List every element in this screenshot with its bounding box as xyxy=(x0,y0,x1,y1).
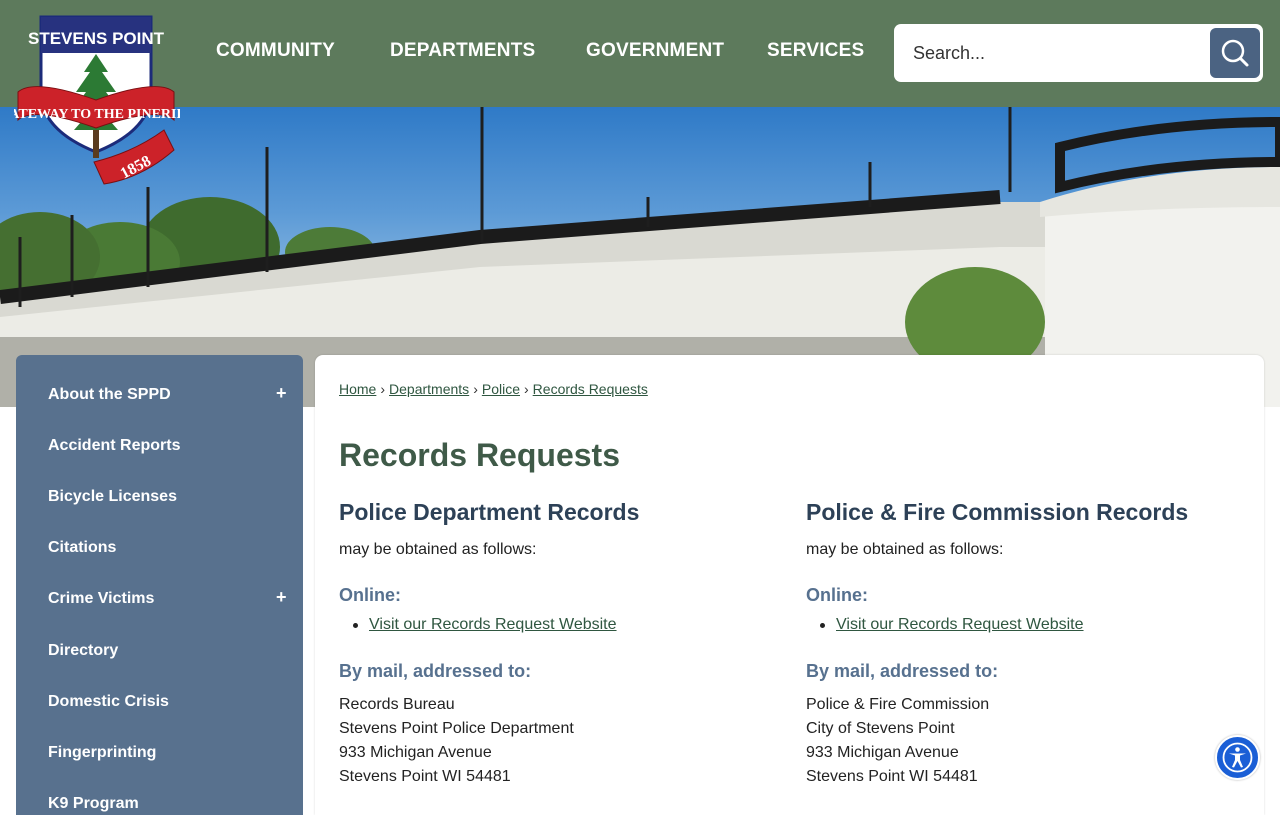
list-item: Visit our Records Request Website xyxy=(353,616,617,634)
sidebar-item-label: Citations xyxy=(48,539,117,556)
sidebar-item-k9-program[interactable]: K9 Program xyxy=(16,779,303,815)
breadcrumb: Home › Departments › Police › Records Requests xyxy=(339,381,648,397)
sidebar-item-bicycle-licenses[interactable]: Bicycle Licenses xyxy=(16,472,303,523)
nav-departments[interactable]: DEPARTMENTS xyxy=(390,40,535,62)
column-heading: Police Department Records xyxy=(339,499,640,525)
address-line: Stevens Point WI 54481 xyxy=(339,768,511,785)
breadcrumb-separator: › xyxy=(473,381,478,397)
sidebar-item-label: K9 Program xyxy=(48,795,139,812)
logo-banner-text: GATEWAY TO THE PINERIES xyxy=(14,107,180,122)
sidebar-item-domestic-crisis[interactable]: Domestic Crisis xyxy=(16,677,303,728)
sidebar-item-crime-victims[interactable]: Crime Victims + xyxy=(16,574,303,625)
breadcrumb-records-requests[interactable]: Records Requests xyxy=(533,381,648,397)
sidebar-item-label: Domestic Crisis xyxy=(48,693,169,710)
address-line: City of Stevens Point xyxy=(806,720,955,737)
address-line: Police & Fire Commission xyxy=(806,696,990,713)
sidebar-item-accident-reports[interactable]: Accident Reports xyxy=(16,421,303,472)
address-line: Records Bureau xyxy=(339,696,455,713)
breadcrumb-police[interactable]: Police xyxy=(482,381,520,397)
content-card: Home › Departments › Police › Records Requests… xyxy=(315,355,1264,815)
online-label: Online: xyxy=(339,585,401,605)
mail-label: By mail, addressed to: xyxy=(806,661,999,681)
sidebar-item-label: Crime Victims xyxy=(48,590,155,607)
city-logo[interactable]: STEVENS POINT GATEWAY TO THE PINERIES 18… xyxy=(0,12,194,188)
sidebar-item-label: Accident Reports xyxy=(48,437,181,454)
mail-label: By mail, addressed to: xyxy=(339,661,532,681)
sidebar-item-label: Directory xyxy=(48,642,119,659)
mailing-address: Police & Fire Commission City of Stevens… xyxy=(806,693,989,789)
sidebar-item-label: Bicycle Licenses xyxy=(48,488,177,505)
logo-top-text: STEVENS POINT xyxy=(28,29,165,48)
column-heading: Police & Fire Commission Records xyxy=(806,499,1189,525)
list-item: Visit our Records Request Website xyxy=(820,616,1084,634)
records-request-link[interactable]: Visit our Records Request Website xyxy=(369,616,617,633)
site-header: COMMUNITY DEPARTMENTS GOVERNMENT SERVICE… xyxy=(0,0,1280,107)
address-line: Stevens Point WI 54481 xyxy=(806,768,978,785)
sidebar-item-label: About the SPPD xyxy=(48,386,171,403)
records-request-link[interactable]: Visit our Records Request Website xyxy=(836,616,1084,633)
column-subtitle: may be obtained as follows: xyxy=(806,541,1004,558)
address-line: 933 Michigan Avenue xyxy=(339,744,492,761)
accessibility-button[interactable] xyxy=(1215,735,1260,780)
commission-records-column: Police & Fire Commission Records may be … xyxy=(806,499,1246,785)
address-line: 933 Michigan Avenue xyxy=(806,744,959,761)
breadcrumb-separator: › xyxy=(380,381,386,397)
breadcrumb-departments[interactable]: Departments xyxy=(389,381,469,397)
search-button[interactable] xyxy=(1210,28,1260,78)
online-label: Online: xyxy=(806,585,868,605)
accessibility-icon xyxy=(1222,742,1253,773)
search-box xyxy=(894,24,1263,82)
column-subtitle: may be obtained as follows: xyxy=(339,541,537,558)
sidebar-item-about-the-sppd[interactable]: About the SPPD + xyxy=(16,370,303,421)
sidebar-item-directory[interactable]: Directory xyxy=(16,626,303,677)
mailing-address: Records Bureau Stevens Point Police Depa… xyxy=(339,693,574,789)
breadcrumb-separator: › xyxy=(524,381,529,397)
sidebar-item-fingerprinting[interactable]: Fingerprinting xyxy=(16,728,303,779)
nav-government[interactable]: GOVERNMENT xyxy=(586,40,724,62)
search-input[interactable] xyxy=(894,24,1204,82)
sidebar-item-citations[interactable]: Citations xyxy=(16,523,303,574)
expand-plus-icon[interactable]: + xyxy=(276,383,287,404)
breadcrumb-home[interactable]: Home xyxy=(339,381,376,397)
nav-community[interactable]: COMMUNITY xyxy=(216,40,335,62)
address-line: Stevens Point Police Department xyxy=(339,720,574,737)
sidebar-nav: About the SPPD + Accident Reports Bicycl… xyxy=(16,355,303,815)
city-seal-icon: STEVENS POINT GATEWAY TO THE PINERIES 18… xyxy=(0,15,194,185)
sidebar-item-label: Fingerprinting xyxy=(48,744,157,761)
search-icon xyxy=(1221,39,1249,67)
expand-plus-icon[interactable]: + xyxy=(276,587,287,608)
police-records-column: Police Department Records may be obtaine… xyxy=(339,499,779,785)
page-title: Records Requests xyxy=(339,437,620,473)
nav-services[interactable]: SERVICES xyxy=(767,40,864,62)
